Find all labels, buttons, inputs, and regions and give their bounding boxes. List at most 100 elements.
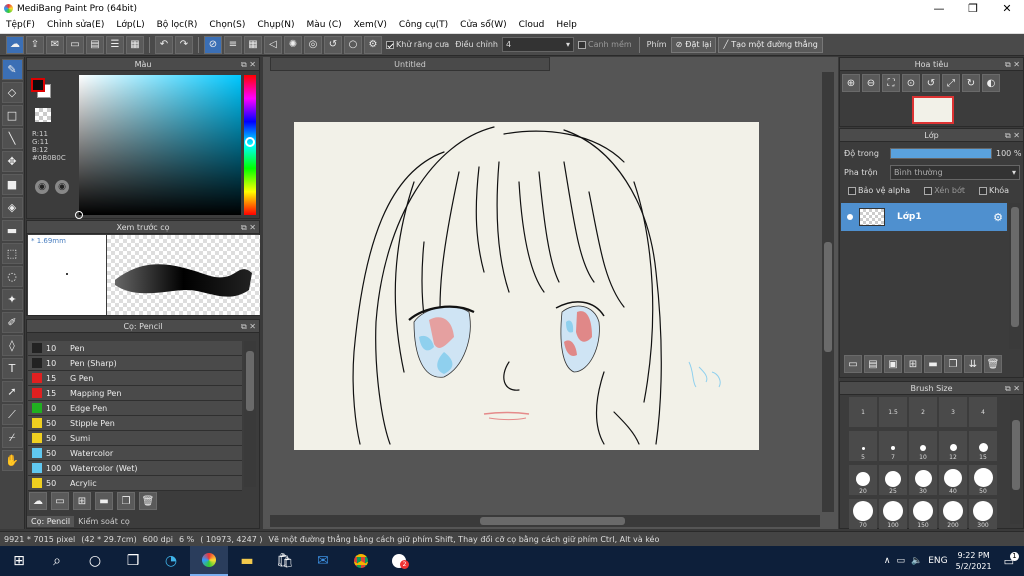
pen-tool-icon[interactable]: ╲ — [1, 128, 23, 149]
duplicate-layer-icon[interactable]: ❐ — [944, 355, 962, 373]
canvas-vertical-scrollbar[interactable] — [822, 72, 834, 512]
panel-controls-icon[interactable]: ⧉ ✕ — [241, 58, 256, 71]
menu-view[interactable]: Xem(V) — [348, 20, 393, 30]
tab-brush-control[interactable]: Kiểm soát cọ — [74, 516, 134, 527]
mail-icon[interactable]: ✉ — [304, 546, 342, 576]
hue-cursor[interactable] — [245, 137, 255, 147]
eraser-tool-icon[interactable]: ◇ — [1, 82, 23, 103]
language-indicator[interactable]: ENG — [928, 556, 947, 566]
maximize-button[interactable]: ❐ — [956, 2, 990, 15]
zoom-out-icon[interactable]: ⊖ — [862, 74, 880, 92]
brush-size-cell[interactable]: 3 — [939, 397, 967, 427]
folder-icon[interactable]: ▬ — [924, 355, 942, 373]
cortana-icon[interactable]: ○ — [76, 546, 114, 576]
comment-icon[interactable]: ✉ — [46, 35, 64, 54]
menu-window[interactable]: Cửa sổ(W) — [454, 20, 512, 30]
brush-size-cell[interactable]: 200 — [939, 499, 967, 529]
divide-tool-icon[interactable]: ⟋ — [1, 404, 23, 425]
brush-item-mapping-pen[interactable]: 15 Mapping Pen — [28, 386, 242, 401]
folder-icon[interactable]: ▬ — [95, 492, 113, 510]
brush-size-cell[interactable]: 70 — [849, 499, 877, 529]
brush-item-watercolor[interactable]: 50 Watercolor — [28, 446, 242, 461]
canvas-horizontal-scrollbar[interactable] — [270, 515, 820, 527]
hue-slider[interactable] — [244, 75, 256, 215]
move-tool-icon[interactable]: ✥ — [1, 151, 23, 172]
scrollbar-thumb[interactable] — [246, 351, 254, 411]
settings-gear-icon[interactable]: ⚙ — [364, 35, 382, 54]
merge-layer-icon[interactable]: ⇊ — [964, 355, 982, 373]
panel-controls-icon[interactable]: ⧉ ✕ — [1005, 58, 1020, 71]
brush-item-pen[interactable]: 10 Pen — [28, 341, 242, 356]
brush-size-cell[interactable]: 15 — [969, 431, 997, 461]
brush-size-cell[interactable]: 40 — [939, 465, 967, 495]
alpha-protect-checkbox[interactable] — [848, 186, 856, 195]
snap-vanish-icon[interactable]: ◁ — [264, 35, 282, 54]
panel-controls-icon[interactable]: ⧉ ✕ — [241, 221, 256, 234]
brush-item-stipple-pen[interactable]: 50 Stipple Pen — [28, 416, 242, 431]
brush-item-sumi[interactable]: 50 Sumi — [28, 431, 242, 446]
close-button[interactable]: ✕ — [990, 2, 1024, 15]
snap-circle-icon[interactable]: ◎ — [304, 35, 322, 54]
cloud-brush-icon[interactable]: ☁ — [29, 492, 47, 510]
lock-checkbox[interactable] — [978, 186, 987, 195]
brush-item-pen-sharp[interactable]: 10 Pen (Sharp) — [28, 356, 242, 371]
panel-controls-icon[interactable]: ⧉ ✕ — [241, 320, 256, 333]
redo-icon[interactable]: ↷ — [175, 35, 193, 54]
layer-settings-gear-icon[interactable]: ⚙ — [993, 211, 1003, 224]
upload-icon[interactable]: ⇪ — [26, 35, 44, 54]
correction-dropdown[interactable]: 4 ▾ — [501, 37, 574, 52]
menu-layer[interactable]: Lớp(L) — [110, 20, 150, 30]
new-halftone-layer-icon[interactable]: ▤ — [864, 355, 882, 373]
brush-item-acrylic[interactable]: 50 Acrylic — [28, 476, 242, 491]
new-brush-icon[interactable]: ▭ — [51, 492, 69, 510]
color-swatches[interactable] — [31, 78, 53, 100]
blend-mode-dropdown[interactable]: Bình thường ▾ — [890, 165, 1020, 180]
duplicate-icon[interactable]: ❐ — [117, 492, 135, 510]
document-icon[interactable]: ▤ — [86, 35, 104, 54]
select-eraser-tool-icon[interactable]: ◊ — [1, 335, 23, 356]
menu-file[interactable]: Tệp(F) — [0, 20, 41, 30]
fill-rect-tool-icon[interactable]: ■ — [1, 174, 23, 195]
magic-wand-tool-icon[interactable]: ✦ — [1, 289, 23, 310]
sv-cursor[interactable] — [75, 211, 83, 219]
gradient-tool-icon[interactable]: ▬ — [1, 220, 23, 241]
network-icon[interactable]: ▭ — [897, 556, 906, 566]
tab-untitled[interactable]: Untitled — [270, 57, 550, 71]
brush-size-cell[interactable]: 1.5 — [879, 397, 907, 427]
snap-off-icon[interactable]: ⊘ — [204, 35, 222, 54]
brush-list-scrollbar[interactable] — [244, 341, 256, 487]
lock-toggle[interactable]: Khóa — [977, 186, 1011, 195]
operation-tool-icon[interactable]: ➚ — [1, 381, 23, 402]
brush-size-cell[interactable]: 100 — [879, 499, 907, 529]
undo-icon[interactable]: ↶ — [155, 35, 173, 54]
windows-start-icon[interactable]: ⊞ — [0, 546, 38, 576]
grid-icon[interactable]: ▦ — [126, 35, 144, 54]
layer-row[interactable]: Lớp1 ⚙ — [841, 203, 1007, 231]
brush-size-cell[interactable]: 20 — [849, 465, 877, 495]
brush-size-cell[interactable]: 10 — [909, 431, 937, 461]
clipping-toggle[interactable]: Xén bớt — [922, 186, 967, 195]
new-file-icon[interactable]: ▭ — [66, 35, 84, 54]
fit-icon[interactable]: ⛶ — [882, 74, 900, 92]
opacity-slider[interactable] — [890, 148, 992, 159]
brush-tool-icon[interactable]: ✎ — [1, 59, 23, 80]
select-tool-icon[interactable]: ⬚ — [1, 243, 23, 264]
volume-icon[interactable]: 🔈 — [911, 556, 922, 566]
cloud-icon[interactable]: ☁ — [6, 35, 24, 54]
drawing-canvas[interactable] — [294, 122, 759, 450]
actual-size-icon[interactable]: ⊙ — [902, 74, 920, 92]
list-icon[interactable]: ☰ — [106, 35, 124, 54]
menu-edit[interactable]: Chỉnh sửa(E) — [41, 20, 110, 30]
reset-button[interactable]: ⊘ Đặt lại — [670, 36, 717, 53]
visibility-eye-icon[interactable] — [847, 214, 853, 220]
clipping-checkbox[interactable] — [924, 186, 933, 195]
store-icon[interactable]: 🛍 — [266, 546, 304, 576]
brush-size-cell[interactable]: 5 — [849, 431, 877, 461]
chrome-icon[interactable] — [342, 546, 380, 576]
antialias-toggle[interactable]: Khử răng cưa — [384, 40, 451, 49]
brush-size-cell[interactable]: 50 — [969, 465, 997, 495]
tab-brush[interactable]: Cọ: Pencil — [27, 516, 75, 527]
menu-select[interactable]: Chọn(S) — [203, 20, 251, 30]
file-explorer-icon[interactable]: ▬ — [228, 546, 266, 576]
brush-size-scrollbar[interactable] — [1010, 400, 1022, 524]
